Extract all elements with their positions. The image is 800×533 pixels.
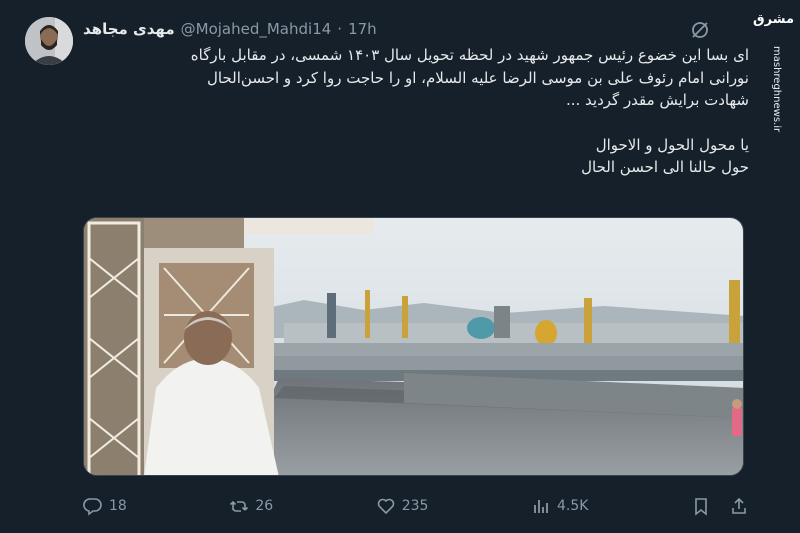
- view-count: 4.5K: [556, 498, 589, 514]
- share-icon[interactable]: [729, 496, 749, 516]
- reply-button[interactable]: 18: [83, 496, 127, 516]
- retweet-count: 26: [255, 498, 274, 514]
- action-bar: 18 26 235 4.5K: [83, 494, 749, 518]
- display-name[interactable]: مهدی مجاهد: [83, 20, 175, 38]
- separator-dot: ·: [337, 20, 343, 38]
- watermark-logo: مشرق: [753, 12, 794, 27]
- share-group: [691, 496, 749, 516]
- views-icon: [534, 500, 548, 513]
- tweet-text: ای بسا این خضوع رئیس جمهور شهید در لحظه …: [83, 44, 749, 179]
- watermark: مشرق mashreghnews.ir: [753, 8, 794, 132]
- views-button[interactable]: 4.5K: [531, 496, 588, 516]
- watermark-url: mashreghnews.ir: [771, 46, 782, 133]
- avatar-image: [25, 17, 73, 65]
- like-button[interactable]: 235: [376, 496, 429, 516]
- grok-icon[interactable]: [690, 20, 710, 40]
- timestamp[interactable]: 17h: [348, 20, 377, 38]
- tweet-line: شهادت برایش مقدر گردید ...: [565, 91, 749, 109]
- avatar[interactable]: [25, 17, 73, 65]
- tweet[interactable]: مهدی مجاهد @Mojahed_Mahdi14 · 17h ای بسا…: [0, 0, 800, 533]
- tweet-line: یا محول الحول و الاحوال: [595, 135, 749, 154]
- retweet-icon: [230, 500, 249, 512]
- tweet-line: نورانی امام رئوف علی بن موسی الرضا علیه …: [207, 68, 749, 87]
- bookmark-icon[interactable]: [691, 496, 711, 516]
- retweet-button[interactable]: 26: [229, 496, 273, 516]
- tweet-header: مهدی مجاهد @Mojahed_Mahdi14 · 17h: [83, 18, 377, 40]
- tweet-line: ای بسا این خضوع رئیس جمهور شهید در لحظه …: [190, 46, 749, 64]
- reply-count: 18: [109, 498, 127, 514]
- tweet-line: حول حالنا الی احسن الحال: [581, 158, 749, 176]
- reply-icon: [83, 498, 102, 516]
- heart-icon: [377, 498, 395, 515]
- tweet-photo[interactable]: [83, 217, 744, 476]
- user-handle[interactable]: @Mojahed_Mahdi14: [181, 20, 332, 38]
- like-count: 235: [401, 498, 429, 514]
